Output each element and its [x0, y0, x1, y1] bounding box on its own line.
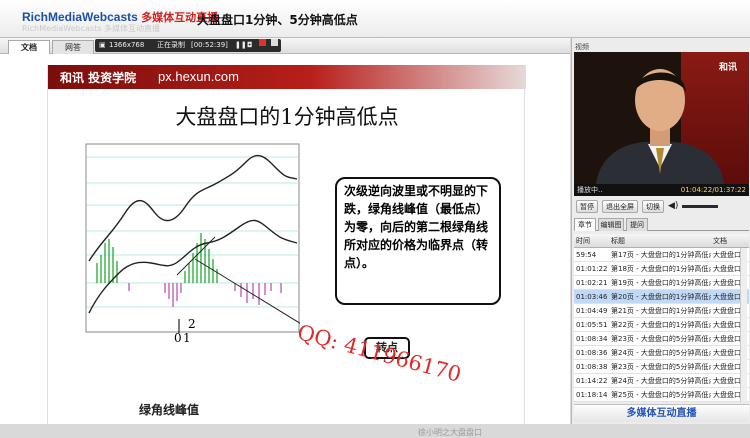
chapter-row[interactable]: 01:05:51 第22页 - 大盘盘口的1分钟高低点 大盘盘口 — [574, 318, 749, 332]
stop-icon[interactable] — [271, 39, 278, 46]
app-header: RichMediaWebcasts 多媒体互动直播 RichMediaWebca… — [0, 0, 750, 38]
banner-url: px.hexun.com — [158, 69, 239, 84]
chapter-time: 01:02:21 — [576, 279, 608, 287]
chapter-row[interactable]: 59:54 第17页 - 大盘盘口的1分钟高低点 大盘盘口 — [574, 248, 749, 262]
playback-state: 播放中.. — [577, 186, 603, 194]
tab-qa[interactable]: 网答 — [52, 40, 94, 54]
document-tabbar: 文档 网答 ▣ 1366x768 正在录制 [00:52:39] ❚❚ ◘ — [0, 38, 570, 54]
chapter-title: 第20页 - 大盘盘口的1分钟高低点 — [611, 293, 711, 301]
video-section-label: 视频 — [575, 43, 589, 51]
chapter-table: 时间 标题 文档 59:54 第17页 - 大盘盘口的1分钟高低点 大盘盘口 01:0… — [574, 234, 749, 402]
tab-chapters[interactable]: 章节 — [574, 218, 596, 231]
hexun-logo: 和讯 投资学院 — [60, 71, 137, 85]
col-title-header[interactable]: 标题 — [611, 234, 711, 247]
pause-button[interactable]: 暂停 — [576, 200, 598, 213]
recording-status: 正在录制 — [157, 41, 185, 49]
presenter-figure — [596, 69, 724, 184]
chapter-time: 01:08:36 — [576, 349, 608, 357]
mark-zero: 0 — [174, 331, 182, 345]
page-title: 大盘盘口1分钟、5分钟高低点 — [197, 13, 358, 27]
chapter-table-header: 时间 标题 文档 — [574, 234, 749, 248]
chapter-time: 01:01:22 — [576, 265, 608, 273]
qq-watermark: QQ: 411966170 — [294, 320, 464, 387]
playback-time: 01:04:22/01:37:22 — [680, 186, 746, 194]
chapter-time: 01:08:34 — [576, 335, 608, 343]
chapter-time: 59:54 — [576, 251, 597, 259]
chapter-title: 第22页 - 大盘盘口的1分钟高低点 — [611, 321, 711, 329]
chapter-time: 01:03:46 — [576, 293, 608, 301]
chapter-title: 第18页 - 大盘盘口的1分钟高低点 — [611, 265, 711, 273]
col-time-header[interactable]: 时间 — [576, 234, 610, 247]
chapter-row[interactable]: 01:02:21 第19页 - 大盘盘口的1分钟高低点 大盘盘口 — [574, 276, 749, 290]
record-icon[interactable] — [259, 39, 266, 46]
tab-questions[interactable]: 提问 — [626, 218, 648, 231]
playback-controls: 暂停 退出全屏 切换 ◀) — [574, 200, 749, 214]
exit-fullscreen-button[interactable]: 退出全屏 — [602, 200, 638, 213]
chapter-row[interactable]: 01:04:49 第21页 - 大盘盘口的1分钟高低点 大盘盘口 — [574, 304, 749, 318]
logo-english: RichMediaWebcasts — [22, 10, 138, 24]
mark-two: 2 — [188, 317, 196, 331]
green-peak-label: 绿角线峰值 — [139, 403, 200, 417]
side-panel: 视频 和讯 播放中.. 01:04:22/01:37:22 暂停 退出全屏 切换… — [571, 38, 750, 424]
slide: 和讯 投资学院 px.hexun.com 大盘盘口的1分钟高低点 次级逆向波里或… — [47, 65, 526, 437]
chapter-time: 01:18:14 — [576, 391, 608, 399]
chapter-time: 01:08:38 — [576, 363, 608, 371]
explanation-callout: 次级逆向波里或不明显的下跌，绿角线峰值（最低点）为零，向后的第二根绿角线所对应的… — [335, 177, 501, 305]
chapter-row[interactable]: 01:14:22 第24页 - 大盘盘口的5分钟高低点 大盘盘口 — [574, 374, 749, 388]
document-panel: 文档 网答 ▣ 1366x768 正在录制 [00:52:39] ❚❚ ◘ 和讯… — [0, 38, 570, 437]
chapter-title: 第17页 - 大盘盘口的1分钟高低点 — [611, 251, 711, 259]
sidebar-tabs: 章节 编辑图 提问 — [574, 218, 749, 231]
chapter-time: 01:14:22 — [576, 377, 608, 385]
tab-document[interactable]: 文档 — [8, 40, 50, 54]
recording-resolution: 1366x768 — [109, 41, 145, 49]
col-doc-header[interactable]: 文档 — [713, 234, 749, 247]
chapter-title: 第19页 - 大盘盘口的1分钟高低点 — [611, 279, 711, 287]
playback-status-bar: 播放中.. 01:04:22/01:37:22 — [574, 184, 749, 196]
monitor-icon: ▣ — [99, 41, 106, 49]
chapter-title: 第25页 - 大盘盘口的5分钟高低点 — [611, 391, 711, 399]
chapter-time: 01:05:51 — [576, 321, 608, 329]
chapter-title: 第23页 - 大盘盘口的5分钟高低点 — [611, 363, 711, 371]
recording-time: [00:52:39] — [191, 41, 228, 49]
video-player[interactable]: 和讯 — [574, 52, 749, 184]
chapter-row[interactable]: 01:08:34 第23页 - 大盘盘口的5分钟高低点 大盘盘口 — [574, 332, 749, 346]
volume-icon[interactable]: ◀) — [668, 201, 678, 211]
logo-reflection: RichMediaWebcasts 多媒体互动直播 — [22, 24, 161, 33]
chapter-row[interactable]: 01:18:14 第25页 - 大盘盘口的5分钟高低点 大盘盘口 — [574, 388, 749, 402]
slide-footer: 徐小明之大盘盘口 — [418, 428, 482, 437]
chapter-title: 第24页 - 大盘盘口的5分钟高低点 — [611, 349, 711, 357]
mark-one: 1 — [183, 331, 191, 345]
switch-button[interactable]: 切换 — [642, 200, 664, 213]
slide-banner: 和讯 投资学院 px.hexun.com — [48, 65, 526, 89]
pause-icon[interactable]: ❚❚ — [235, 39, 247, 52]
recording-toolbar: ▣ 1366x768 正在录制 [00:52:39] ❚❚ ◘ — [95, 39, 281, 52]
chapter-title: 第24页 - 大盘盘口的5分钟高低点 — [611, 377, 711, 385]
chapter-row[interactable]: 01:08:38 第23页 - 大盘盘口的5分钟高低点 大盘盘口 — [574, 360, 749, 374]
panel-footer-logo: 多媒体互动直播 — [574, 404, 749, 422]
chapter-title: 第23页 - 大盘盘口的5分钟高低点 — [611, 335, 711, 343]
chapter-row[interactable]: 01:08:36 第24页 - 大盘盘口的5分钟高低点 大盘盘口 — [574, 346, 749, 360]
volume-slider[interactable] — [682, 205, 718, 208]
chapter-row[interactable]: 01:01:22 第18页 - 大盘盘口的1分钟高低点 大盘盘口 — [574, 262, 749, 276]
chapter-title: 第21页 - 大盘盘口的1分钟高低点 — [611, 307, 711, 315]
chapter-scrollbar[interactable] — [740, 248, 747, 402]
chapter-row[interactable]: 01:03:46 第20页 - 大盘盘口的1分钟高低点 大盘盘口 — [574, 290, 749, 304]
camera-icon[interactable]: ◘ — [247, 39, 253, 52]
chapter-time: 01:04:49 — [576, 307, 608, 315]
indicator-chart-illustration — [85, 143, 300, 333]
tab-edit-image[interactable]: 编辑图 — [598, 218, 624, 231]
slide-title: 大盘盘口的1分钟高低点 — [175, 105, 399, 129]
